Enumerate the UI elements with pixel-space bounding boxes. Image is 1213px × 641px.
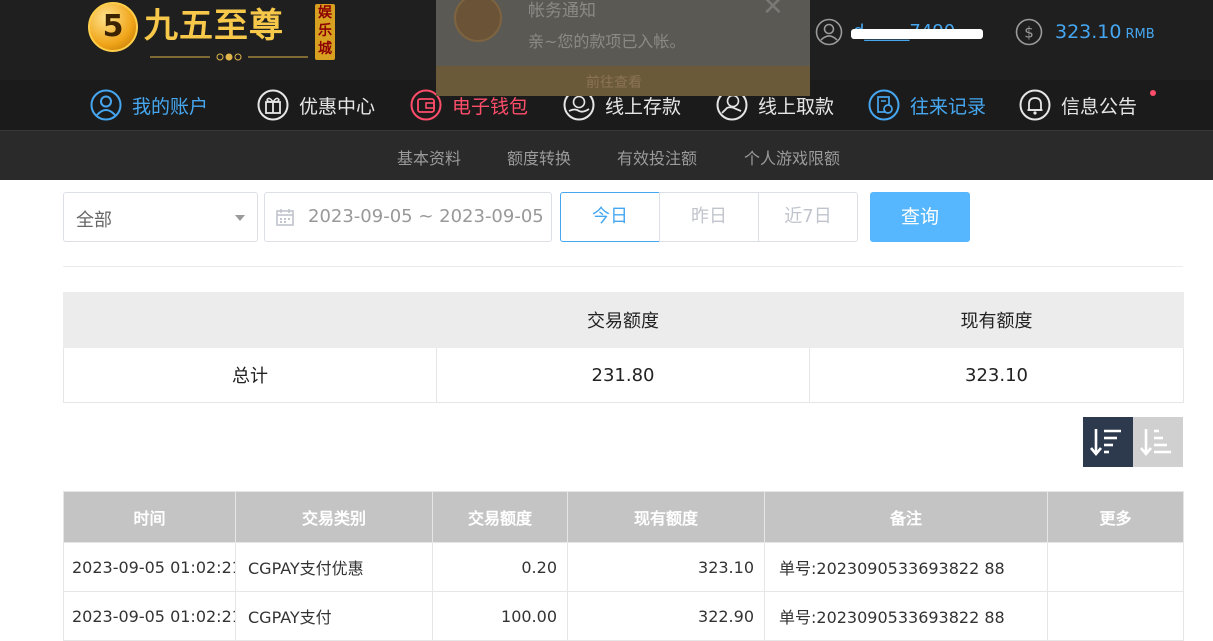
transactions-table: 时间 交易类别 交易额度 现有额度 备注 更多 2023-09-05 01:02… [63,491,1184,641]
nav-promotions[interactable]: 优惠中心 [257,88,375,122]
summary-total-balance: 323.10 [809,347,1184,403]
gift-icon [257,89,289,121]
user-circle-icon [90,89,122,121]
today-button[interactable]: 今日 [560,192,660,242]
subnav-valid-bets[interactable]: 有效投注额 [617,145,697,169]
row-type: CGPAY支付 [235,591,433,641]
notification-coin-icon [454,0,502,42]
transactions-header-row: 时间 交易类别 交易额度 现有额度 备注 更多 [63,491,1184,543]
row-note: 单号:2023090533693822 88 [764,542,1048,592]
row-note: 单号:2023090533693822 88 [764,591,1048,641]
nav-label: 往来记录 [910,95,987,118]
svg-text:$: $ [1024,24,1034,42]
category-select-value: 全部 [76,210,112,231]
query-button[interactable]: 查询 [870,192,970,242]
sub-nav: 基本资料 额度转换 有效投注额 个人游戏限额 [0,130,1213,180]
yesterday-button[interactable]: 昨日 [659,192,759,242]
col-header-balance: 现有额度 [567,491,765,543]
nav-label: 信息公告 [1061,95,1138,118]
row-more[interactable] [1047,591,1184,641]
balance-amount: 323.10 [1055,21,1122,43]
table-row: 2023-09-05 01:02:21 CGPAY支付 100.00 322.9… [63,591,1184,641]
row-time: 2023-09-05 01:02:21 [63,591,236,641]
notification-popup: 帐务通知 亲~您的款项已入帐。 ✕ 前往查看 [436,0,810,96]
summary-header-row: 交易额度 现有额度 [63,292,1184,348]
divider [63,266,1183,267]
user-icon [815,18,843,46]
nav-announcements[interactable]: 信息公告 [1019,88,1137,122]
col-header-time: 时间 [63,491,236,543]
table-row: 2023-09-05 01:02:21 CGPAY支付优惠 0.20 323.1… [63,542,1184,592]
chevron-down-icon [235,215,245,221]
row-amount: 0.20 [432,542,568,592]
category-select[interactable]: 全部 [63,192,258,242]
subnav-credit-transfer[interactable]: 额度转换 [507,145,571,169]
nav-label: 我的账户 [132,95,209,118]
col-header-amount: 交易额度 [432,491,568,543]
col-header-note: 备注 [764,491,1048,543]
unread-dot [1150,90,1156,96]
sort-descending-icon [1090,429,1121,457]
nav-label: 优惠中心 [299,95,376,118]
notification-message: 亲~您的款项已入帐。 [528,32,686,51]
records-icon [868,89,900,121]
dollar-icon: $ [1015,18,1043,46]
sort-toggle-group [1083,417,1183,467]
nav-my-account[interactable]: 我的账户 [90,88,208,122]
notification-title: 帐务通知 [528,1,596,21]
row-balance: 322.90 [567,591,765,641]
col-header-more: 更多 [1047,491,1184,543]
row-type: CGPAY支付优惠 [235,542,433,592]
summary-table: 交易额度 现有额度 总计 231.80 323.10 [63,292,1184,403]
row-amount: 100.00 [432,591,568,641]
username-redaction [851,29,983,39]
notification-action-bar[interactable]: 前往查看 [436,66,810,96]
row-balance: 323.10 [567,542,765,592]
sort-descending-button[interactable] [1083,417,1133,467]
col-header-type: 交易类别 [235,491,433,543]
subnav-basic-info[interactable]: 基本资料 [397,145,461,169]
notification-action-label: 前往查看 [586,75,642,91]
summary-total-row: 总计 231.80 323.10 [63,347,1184,403]
row-time: 2023-09-05 01:02:21 [63,542,236,592]
balance-currency: RMB [1125,27,1155,42]
summary-header-blank [63,292,437,348]
summary-total-amount: 231.80 [436,347,810,403]
date-range-picker[interactable]: 2023-09-05 ~ 2023-09-05 [264,192,552,242]
row-more[interactable] [1047,542,1184,592]
logo-badge: 娱乐城 [315,4,335,60]
date-range-value: 2023-09-05 ~ 2023-09-05 [308,206,544,227]
bell-icon [1019,89,1051,121]
logo-text: 九五至尊 [144,6,284,46]
site-logo[interactable]: 5 九五至尊 娱乐城 [88,0,348,64]
sort-ascending-icon [1140,429,1171,457]
logo-emblem: 5 [88,2,138,52]
nav-transaction-records[interactable]: 往来记录 [868,88,986,122]
subnav-game-limits[interactable]: 个人游戏限额 [744,145,840,169]
summary-total-label: 总计 [63,347,437,403]
summary-header-amount: 交易额度 [436,292,810,348]
summary-header-balance: 现有额度 [809,292,1184,348]
close-icon[interactable]: ✕ [762,0,784,22]
calendar-icon [276,209,294,226]
logo-ornament [150,53,308,61]
last-7-days-button[interactable]: 近7日 [758,192,858,242]
sort-ascending-button[interactable] [1133,417,1183,467]
